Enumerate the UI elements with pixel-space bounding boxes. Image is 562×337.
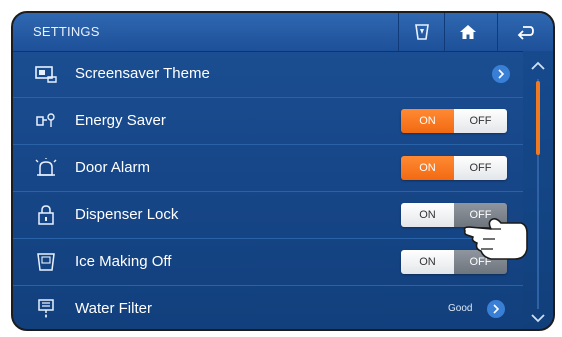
header-bar: SETTINGS [13, 13, 553, 52]
toggle-on-button[interactable]: ON [401, 250, 454, 274]
row-label: Ice Making Off [75, 253, 172, 270]
energy-saver-toggle[interactable]: ON OFF [401, 109, 507, 133]
scroll-thumb[interactable] [536, 81, 540, 155]
pointing-hand-icon [463, 218, 528, 260]
toggle-on-button[interactable]: ON [401, 203, 454, 227]
lock-icon [35, 204, 57, 226]
toggle-off-button[interactable]: OFF [454, 109, 507, 133]
row-water-filter[interactable]: Water Filter Good [13, 286, 523, 329]
filter-status: Good [448, 303, 473, 314]
toggle-off-button[interactable]: OFF [454, 156, 507, 180]
home-button[interactable] [444, 13, 491, 51]
row-screensaver-theme[interactable]: Screensaver Theme [13, 51, 523, 98]
screen-icon [35, 63, 57, 85]
row-energy-saver: Energy Saver ON OFF [13, 98, 523, 145]
energy-icon [35, 110, 57, 132]
toggle-on-button[interactable]: ON [401, 109, 454, 133]
scrollbar[interactable] [523, 51, 553, 329]
chevron-right-icon[interactable] [492, 65, 510, 83]
row-ice-making-off: Ice Making Off ON OFF [13, 239, 523, 286]
page-title: SETTINGS [33, 24, 100, 39]
fridge-display: SETTINGS Screensaver Theme Energy Saver … [11, 11, 555, 331]
settings-screen: SETTINGS Screensaver Theme Energy Saver … [13, 13, 553, 329]
chevron-right-icon[interactable] [487, 300, 505, 318]
dispenser-button[interactable] [398, 13, 445, 51]
back-arrow-icon [517, 26, 534, 40]
row-label: Water Filter [75, 300, 152, 317]
chevron-down-icon[interactable] [530, 313, 546, 323]
row-label: Screensaver Theme [75, 65, 210, 82]
row-dispenser-lock: Dispenser Lock ON OFF [13, 192, 523, 239]
chevron-up-icon[interactable] [530, 61, 546, 71]
home-icon [460, 25, 476, 39]
settings-list: Screensaver Theme Energy Saver ON OFF Do… [13, 51, 523, 329]
row-label: Energy Saver [75, 112, 166, 129]
back-button[interactable] [497, 13, 553, 51]
door-alarm-toggle[interactable]: ON OFF [401, 156, 507, 180]
toggle-on-button[interactable]: ON [401, 156, 454, 180]
row-label: Door Alarm [75, 159, 151, 176]
row-door-alarm: Door Alarm ON OFF [13, 145, 523, 192]
dispenser-cup-icon [415, 24, 429, 40]
alarm-icon [35, 157, 57, 179]
filter-icon [35, 298, 57, 320]
row-label: Dispenser Lock [75, 206, 179, 223]
ice-icon [35, 251, 57, 273]
